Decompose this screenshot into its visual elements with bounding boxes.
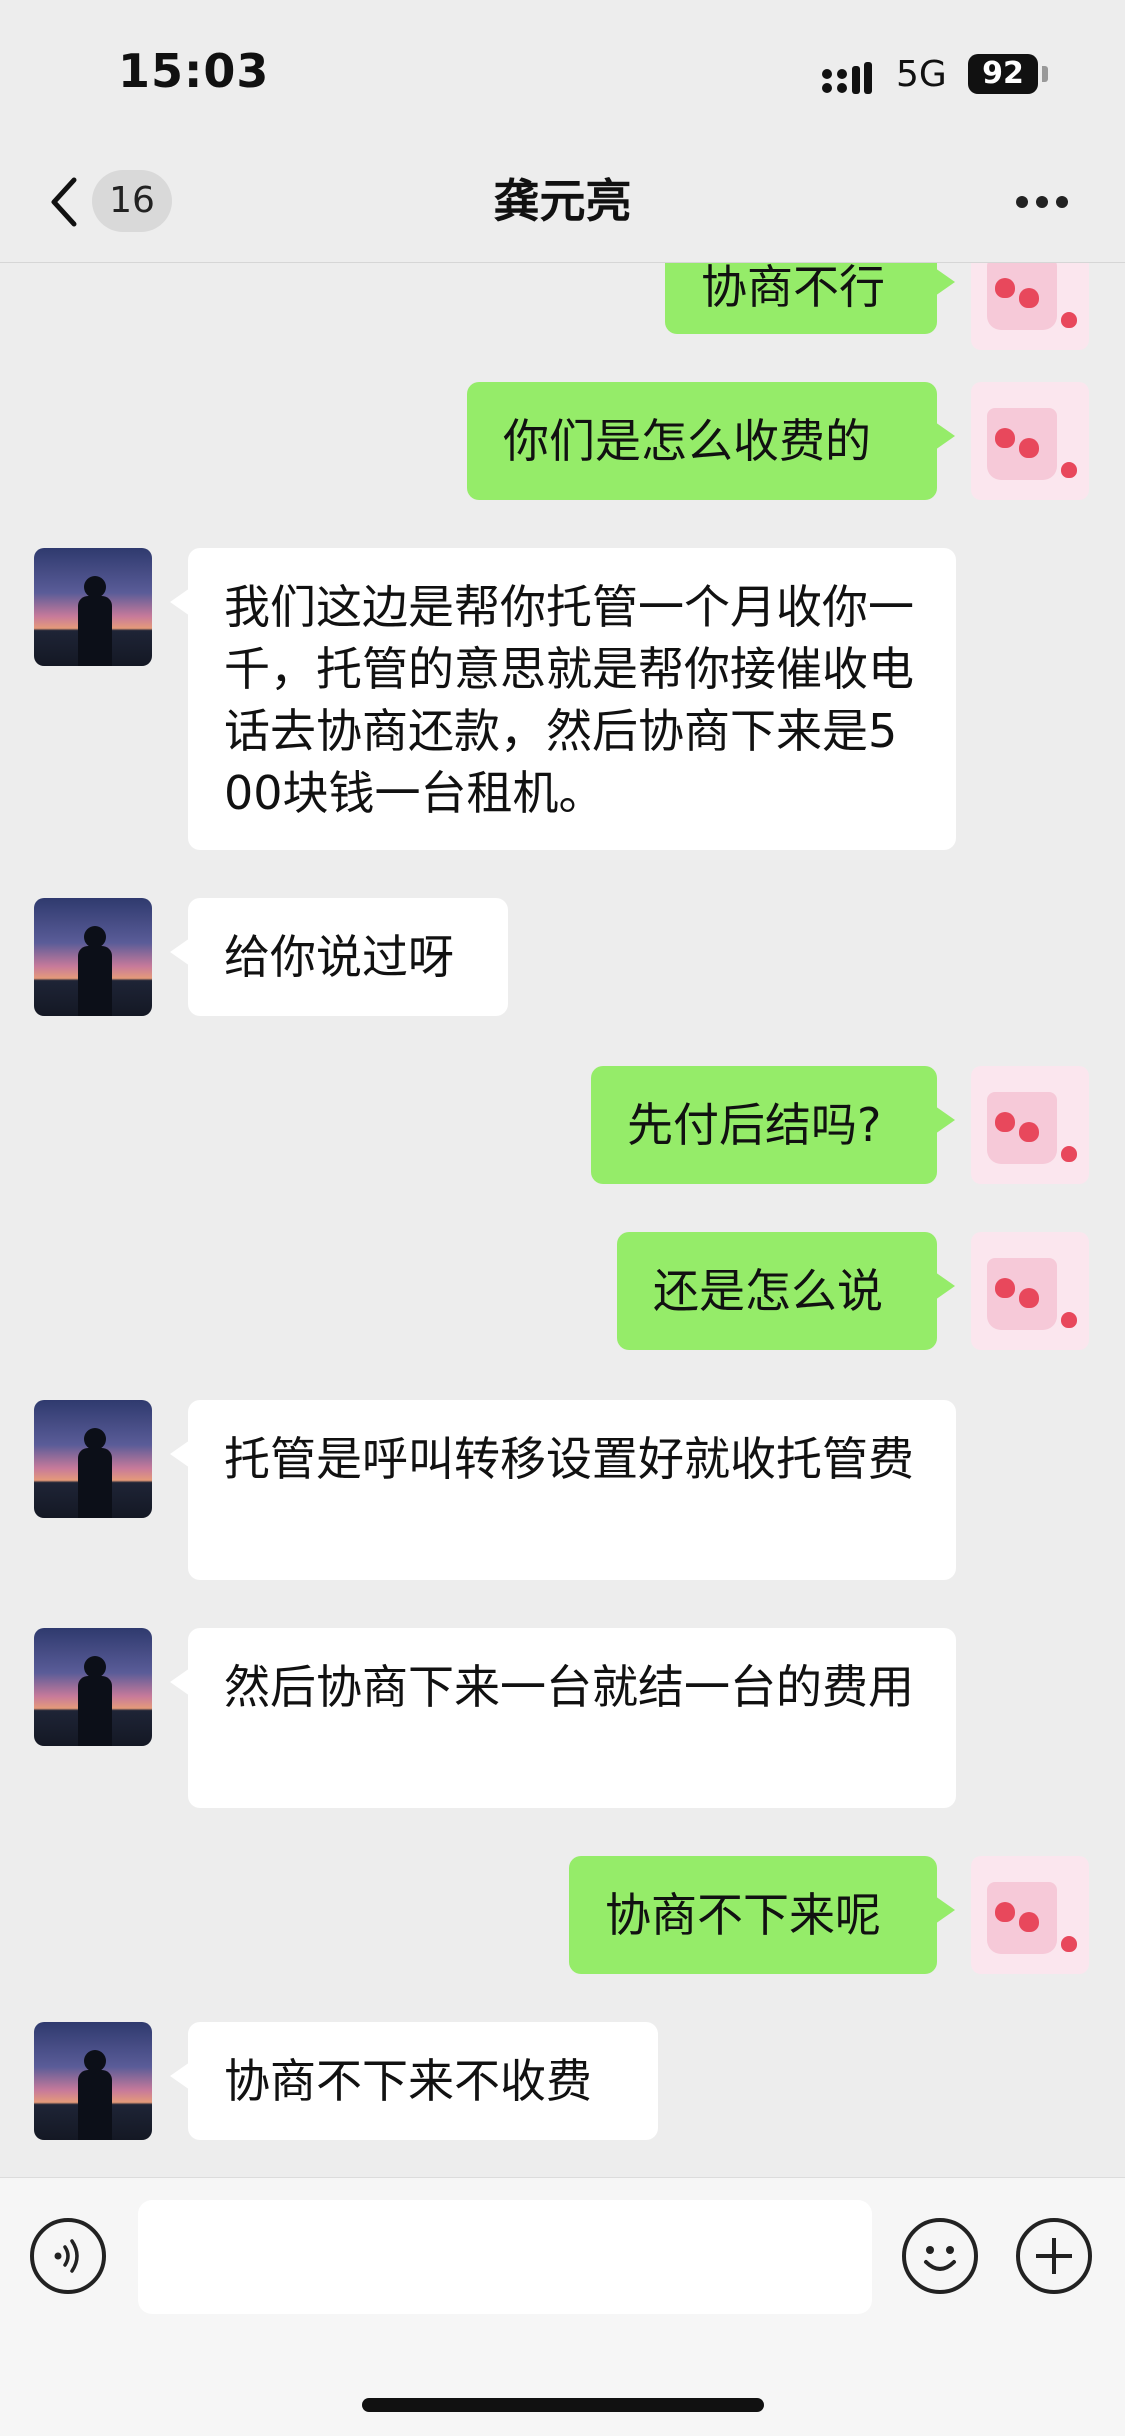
avatar-self[interactable] — [971, 1856, 1089, 1974]
avatar-self[interactable] — [971, 262, 1089, 350]
more-options-icon[interactable] — [1012, 186, 1072, 216]
message-bubble-self[interactable]: 协商不行 — [665, 262, 955, 334]
message-bubble-other[interactable]: 我们这边是帮你托管一个月收你一千，托管的意思就是帮你接催收电话去协商还款，然后协… — [170, 548, 956, 850]
message-bubble-other[interactable]: 协商不下来不收费 — [170, 2022, 658, 2140]
status-time: 15:03 — [118, 44, 270, 98]
avatar-self[interactable] — [971, 1232, 1089, 1350]
chat-title: 龚元亮 — [493, 174, 632, 228]
message-bubble-self[interactable]: 还是怎么说 — [617, 1232, 955, 1350]
avatar-contact[interactable] — [34, 1628, 152, 1746]
plus-more-icon[interactable] — [1016, 2218, 1092, 2294]
message-bubble-other[interactable]: 给你说过呀 — [170, 898, 508, 1016]
avatar-contact[interactable] — [34, 1400, 152, 1518]
avatar-self[interactable] — [971, 382, 1089, 500]
battery-icon: 92 — [968, 54, 1038, 94]
emoji-icon[interactable] — [902, 2218, 978, 2294]
message-bubble-self[interactable]: 协商不下来呢 — [569, 1856, 955, 1974]
message-bubble-other[interactable]: 然后协商下来一台就结一台的费用 — [170, 1628, 956, 1808]
input-bar — [0, 2177, 1125, 2436]
battery-level: 92 — [982, 56, 1024, 91]
message-input[interactable] — [138, 2200, 872, 2314]
battery-tip — [1042, 66, 1048, 82]
chat-message-list[interactable]: 协商不行 你们是怎么收费的 我们这边是帮你托管一个月收你一千，托管的意思就是帮你… — [0, 262, 1125, 2177]
home-indicator — [362, 2398, 764, 2412]
avatar-self[interactable] — [971, 1066, 1089, 1184]
avatar-contact[interactable] — [34, 548, 152, 666]
avatar-contact[interactable] — [34, 898, 152, 1016]
message-bubble-other[interactable]: 托管是呼叫转移设置好就收托管费 — [170, 1400, 956, 1580]
status-bar: 15:03 5G 92 — [0, 0, 1125, 140]
chat-header: 16 龚元亮 — [0, 140, 1125, 263]
network-type: 5G — [896, 54, 947, 95]
message-bubble-self[interactable]: 你们是怎么收费的 — [467, 382, 955, 500]
message-bubble-self[interactable]: 先付后结吗? — [591, 1066, 955, 1184]
voice-input-icon[interactable] — [30, 2218, 106, 2294]
avatar-contact[interactable] — [34, 2022, 152, 2140]
signal-icon — [822, 62, 872, 94]
